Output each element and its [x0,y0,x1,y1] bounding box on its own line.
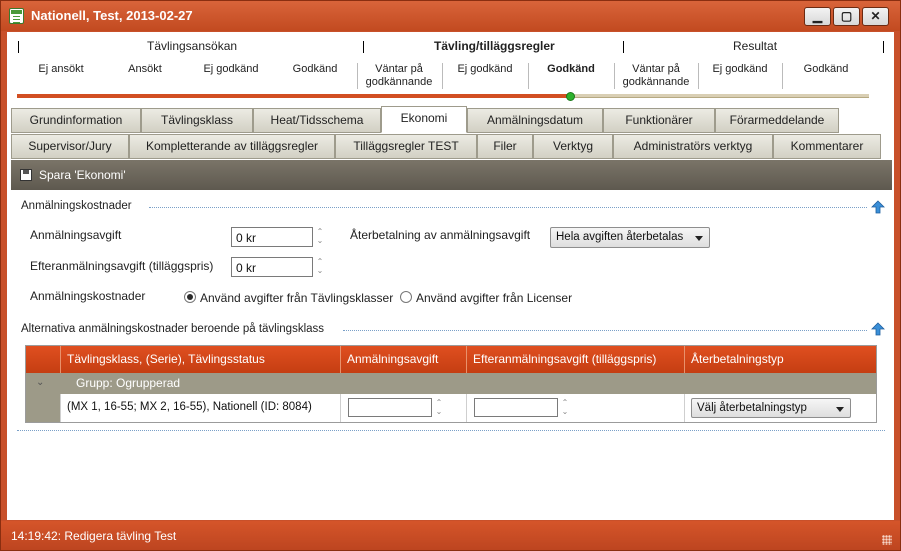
save-button[interactable]: Spara 'Ekonomi' [11,160,141,190]
workflow-separator [883,41,884,53]
workflow-separator [18,41,19,53]
floppy-disk-icon [20,169,32,181]
fee-spinner[interactable]: ⌃ ⌄ [315,227,325,247]
row-indicator [26,394,60,422]
app-icon [9,8,24,24]
workflow-step: Godkänd [292,63,338,75]
workflow-progress-fill [17,94,571,98]
tab-administratorsverktyg[interactable]: Administratörs verktyg [613,134,773,159]
table-cell-late-fee: ⌃ ⌄ [466,394,684,422]
status-bar: 14:19:42: Redigera tävling Test [1,521,900,550]
column-header-fee[interactable]: Anmälningsavgift [340,346,466,373]
toolbar: Spara 'Ekonomi' [11,160,892,190]
workflow-divider [357,63,358,89]
group-row[interactable]: ⌄ Grupp: Ogrupperad [26,373,876,394]
table-cell-refund-type: Välj återbetalningstyp [684,394,876,422]
row-fee-input[interactable] [348,398,432,417]
tab-ekonomi[interactable]: Ekonomi [381,106,467,133]
radio-class-fees-label[interactable]: Använd avgifter från Tävlingsklasser [200,291,393,305]
refund-select[interactable]: Hela avgiften återbetalas [550,227,710,248]
row-late-fee-spinner[interactable]: ⌃ ⌄ [560,398,570,417]
workflow-header-competition: Tävling/tilläggsregler [434,39,555,53]
tab-tillaggsregler-test[interactable]: Tilläggsregler TEST [335,134,477,159]
section-title-alternative-costs: Alternativa anmälningskostnader beroende… [21,323,325,335]
row-refund-type-value: Välj återbetalningstyp [697,402,807,414]
tab-funktionarer[interactable]: Funktionärer [603,108,715,133]
row-fee-spinner[interactable]: ⌃ ⌄ [434,398,444,417]
column-header-refund-type[interactable]: Återbetalningstyp [684,346,876,373]
app-window: Nationell, Test, 2013-02-27 ▁ ▢ ✕ Tävlin… [0,0,901,551]
workflow-step: Ansökt [128,63,162,75]
workflow-step: Ej godkänd [203,63,259,75]
tab-supervisor-jury[interactable]: Supervisor/Jury [11,134,129,159]
refund-label: Återbetalning av anmälningsavgift [350,228,531,242]
tab-kommentarer[interactable]: Kommentarer [773,134,881,159]
main-content: Tävlingsansökan Tävling/tilläggsregler R… [7,32,894,520]
workflow-step: Ej ansökt [38,63,84,75]
section-divider [17,430,885,431]
workflow-header-results: Resultat [733,39,778,53]
minimize-button[interactable]: ▁ [804,7,831,26]
workflow-header-application: Tävlingsansökan [147,39,238,53]
tab-tavlingsklass[interactable]: Tävlingsklass [141,108,253,133]
chevron-down-icon[interactable]: ⌄ [36,377,44,388]
tab-anmalningsdatum[interactable]: Anmälningsdatum [467,108,603,133]
section-title-costs: Anmälningskostnader [21,200,132,212]
status-text: 14:19:42: Redigera tävling Test [11,529,177,543]
late-fee-label: Efteranmälningsavgift (tilläggspris) [30,259,214,273]
workflow-separator [623,41,624,53]
window-title: Nationell, Test, 2013-02-27 [31,8,193,23]
workflow-step: Väntar på godkännande [622,63,690,88]
fee-label: Anmälningsavgift [30,228,122,242]
workflow-step-current: Godkänd [547,63,595,75]
workflow-step: Ej godkänd [712,63,768,75]
refund-select-value: Hela avgiften återbetalas [556,231,684,243]
column-header-late-fee[interactable]: Efteranmälningsavgift (tilläggspris) [466,346,684,373]
section-divider [149,207,867,208]
close-button[interactable]: ✕ [862,7,889,26]
alt-costs-grid: Tävlingsklass, (Serie), Tävlingsstatus A… [25,345,877,423]
radio-license-fees[interactable] [400,291,412,303]
tab-heat-tidsschema[interactable]: Heat/Tidsschema [253,108,381,133]
workflow-step: Godkänd [803,63,849,75]
collapse-up-icon[interactable] [871,322,885,336]
late-fee-input[interactable]: 0 kr [231,257,313,277]
maximize-button[interactable]: ▢ [833,7,860,26]
column-header-class[interactable]: Tävlingsklass, (Serie), Tävlingsstatus [60,346,340,373]
workflow-divider [442,63,443,89]
radio-class-fees[interactable] [184,291,196,303]
row-refund-type-select[interactable]: Välj återbetalningstyp [691,398,851,418]
group-label: Grupp: Ogrupperad [76,376,181,390]
tab-forarmeddelande[interactable]: Förarmeddelande [715,108,839,133]
fee-input[interactable]: 0 kr [231,227,313,247]
workflow-step: Ej godkänd [457,63,513,75]
costs-label: Anmälningskostnader [30,289,146,303]
title-bar[interactable]: Nationell, Test, 2013-02-27 ▁ ▢ ✕ [1,1,900,31]
tab-filer[interactable]: Filer [477,134,533,159]
row-late-fee-input[interactable] [474,398,558,417]
save-button-label: Spara 'Ekonomi' [39,168,126,182]
collapse-up-icon[interactable] [871,200,885,214]
table-cell-class: (MX 1, 16-55; MX 2, 16-55), Nationell (I… [60,394,340,422]
late-fee-spinner[interactable]: ⌃ ⌄ [315,257,325,277]
chevron-down-icon [836,407,844,412]
grid-header: Tävlingsklass, (Serie), Tävlingsstatus A… [26,346,876,373]
workflow-current-marker [566,92,575,101]
tab-verktyg[interactable]: Verktyg [533,134,613,159]
chevron-down-icon [695,236,703,241]
section-divider [343,330,867,331]
workflow-step: Väntar på godkännande [365,63,433,88]
table-cell-fee: ⌃ ⌄ [340,394,466,422]
tab-grundinformation[interactable]: Grundinformation [11,108,141,133]
resize-grip-icon[interactable] [882,535,892,545]
workflow-divider [528,63,529,89]
workflow-separator [363,41,364,53]
radio-license-fees-label[interactable]: Använd avgifter från Licenser [416,291,572,305]
tab-kompletterande[interactable]: Kompletterande av tilläggsregler [129,134,335,159]
